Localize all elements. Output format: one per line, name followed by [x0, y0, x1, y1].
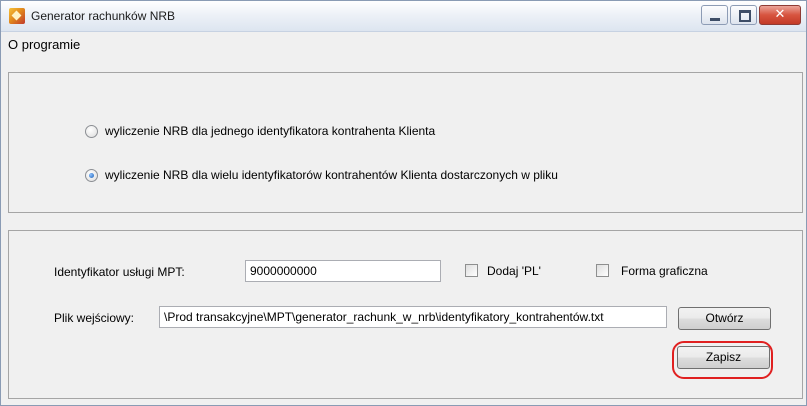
- service-id-label: Identyfikator usługi MPT:: [54, 265, 185, 279]
- radio-single-button[interactable]: [85, 125, 98, 138]
- service-id-input[interactable]: 9000000000: [245, 260, 441, 282]
- app-logo-icon[interactable]: [9, 8, 25, 24]
- input-file-label: Plik wejściowy:: [54, 311, 135, 325]
- input-file-path-input[interactable]: \Prod transakcyjne\MPT\generator_rachunk…: [159, 306, 667, 328]
- close-button[interactable]: ✕: [759, 5, 801, 25]
- menu-item-o-programie[interactable]: O programie: [8, 37, 80, 52]
- title-bar[interactable]: Generator rachunków NRB ✕: [1, 1, 806, 32]
- close-icon: ✕: [774, 7, 786, 22]
- maximize-button[interactable]: [730, 5, 757, 25]
- graphic-form-label[interactable]: Forma graficzna: [621, 264, 708, 278]
- add-pl-label[interactable]: Dodaj 'PL': [487, 264, 541, 278]
- radio-multiple-button[interactable]: [85, 169, 98, 182]
- minimize-icon: [710, 18, 720, 21]
- window-title: Generator rachunków NRB: [31, 9, 176, 23]
- minimize-button[interactable]: [701, 5, 728, 25]
- menu-bar: O programie: [1, 32, 806, 56]
- app-window: Generator rachunków NRB ✕ O programie wy…: [0, 0, 807, 406]
- open-button[interactable]: Otwórz: [678, 307, 771, 330]
- add-pl-checkbox[interactable]: [465, 264, 478, 277]
- graphic-form-checkbox[interactable]: [596, 264, 609, 277]
- radio-multiple-label[interactable]: wyliczenie NRB dla wielu identyfikatorów…: [105, 168, 558, 182]
- radio-single-label[interactable]: wyliczenie NRB dla jednego identyfikator…: [105, 124, 435, 138]
- mode-group: wyliczenie NRB dla jednego identyfikator…: [8, 72, 803, 213]
- save-button-highlight: [672, 341, 773, 379]
- maximize-icon: [739, 10, 751, 22]
